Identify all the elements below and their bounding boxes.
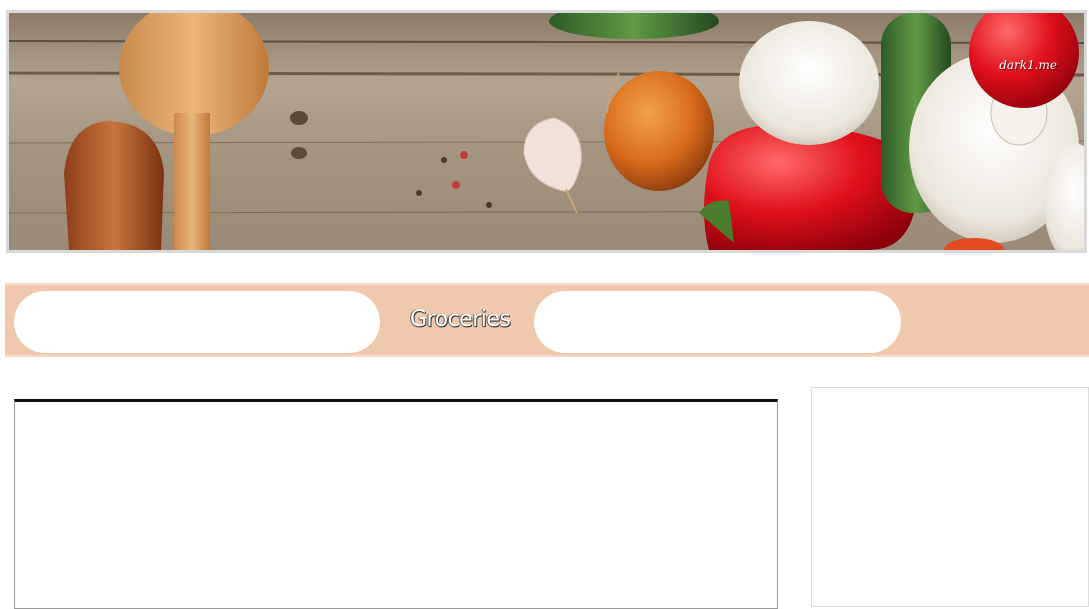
main-content-panel xyxy=(14,399,778,609)
sidebar-panel xyxy=(811,387,1089,607)
header-banner: dark1.me xyxy=(6,10,1087,253)
nav-button-right[interactable] xyxy=(534,291,901,353)
banner-watermark: dark1.me xyxy=(999,58,1057,72)
navigation-bar: Groceries xyxy=(5,283,1089,357)
nav-item-groceries[interactable]: Groceries xyxy=(410,307,511,332)
nav-button-left[interactable] xyxy=(14,291,380,353)
vegetables-banner-image xyxy=(9,13,1084,250)
